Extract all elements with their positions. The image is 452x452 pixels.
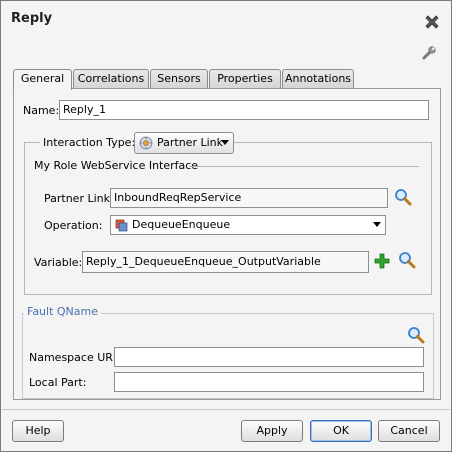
fault-qname-label: Fault QName — [24, 305, 102, 318]
partner-link-field[interactable]: InboundReqRepService — [110, 188, 388, 208]
partner-link-icon — [139, 136, 153, 156]
partner-link-label: Partner Link: — [44, 192, 114, 205]
tab-properties[interactable]: Properties — [209, 69, 281, 89]
namespace-uri-label: Namespace URI: — [29, 351, 120, 364]
tab-general[interactable]: General — [13, 69, 72, 90]
search-icon[interactable] — [394, 188, 412, 209]
tab-sensors[interactable]: Sensors — [150, 69, 208, 89]
tab-annotations[interactable]: Annotations — [282, 69, 354, 89]
interaction-type-label: Interaction Type: — [40, 136, 139, 149]
cancel-button[interactable]: Cancel — [378, 420, 440, 442]
role-section-divider — [189, 166, 419, 167]
variable-label: Variable: — [34, 256, 83, 269]
title-bar: Reply — [2, 2, 450, 38]
operation-value: DequeueEnqueue — [132, 218, 231, 231]
operation-icon — [115, 219, 128, 238]
close-icon[interactable] — [424, 14, 440, 30]
namespace-uri-field[interactable] — [114, 347, 424, 367]
chevron-down-icon — [373, 222, 381, 227]
operation-dropdown[interactable]: DequeueEnqueue — [110, 215, 386, 235]
search-icon[interactable] — [407, 326, 425, 347]
button-bar-divider — [2, 409, 450, 410]
name-field[interactable]: Reply_1 — [59, 100, 429, 120]
variable-field[interactable]: Reply_1_DequeueEnqueue_OutputVariable — [82, 251, 369, 273]
search-icon[interactable] — [398, 251, 416, 272]
local-part-label: Local Part: — [29, 376, 87, 389]
role-section-label: My Role WebService Interface — [34, 159, 199, 172]
name-label: Name: — [23, 104, 60, 117]
ok-button[interactable]: OK — [310, 420, 372, 442]
reply-dialog: Reply General Correlations Sensors Prope… — [0, 0, 452, 452]
add-icon[interactable] — [374, 253, 390, 272]
interaction-type-dropdown[interactable]: Partner Link — [134, 132, 234, 154]
wrench-icon[interactable] — [421, 45, 437, 61]
operation-label: Operation: — [44, 219, 103, 232]
chevron-down-icon — [221, 140, 229, 145]
dialog-title: Reply — [11, 11, 53, 26]
local-part-field[interactable] — [114, 372, 424, 392]
help-button[interactable]: Help — [12, 420, 64, 442]
apply-button[interactable]: Apply — [241, 420, 303, 442]
interaction-type-value: Partner Link — [157, 136, 223, 149]
tab-correlations[interactable]: Correlations — [73, 69, 149, 89]
general-tab-panel: Name: Reply_1 Interaction Type: Partner … — [13, 88, 441, 400]
